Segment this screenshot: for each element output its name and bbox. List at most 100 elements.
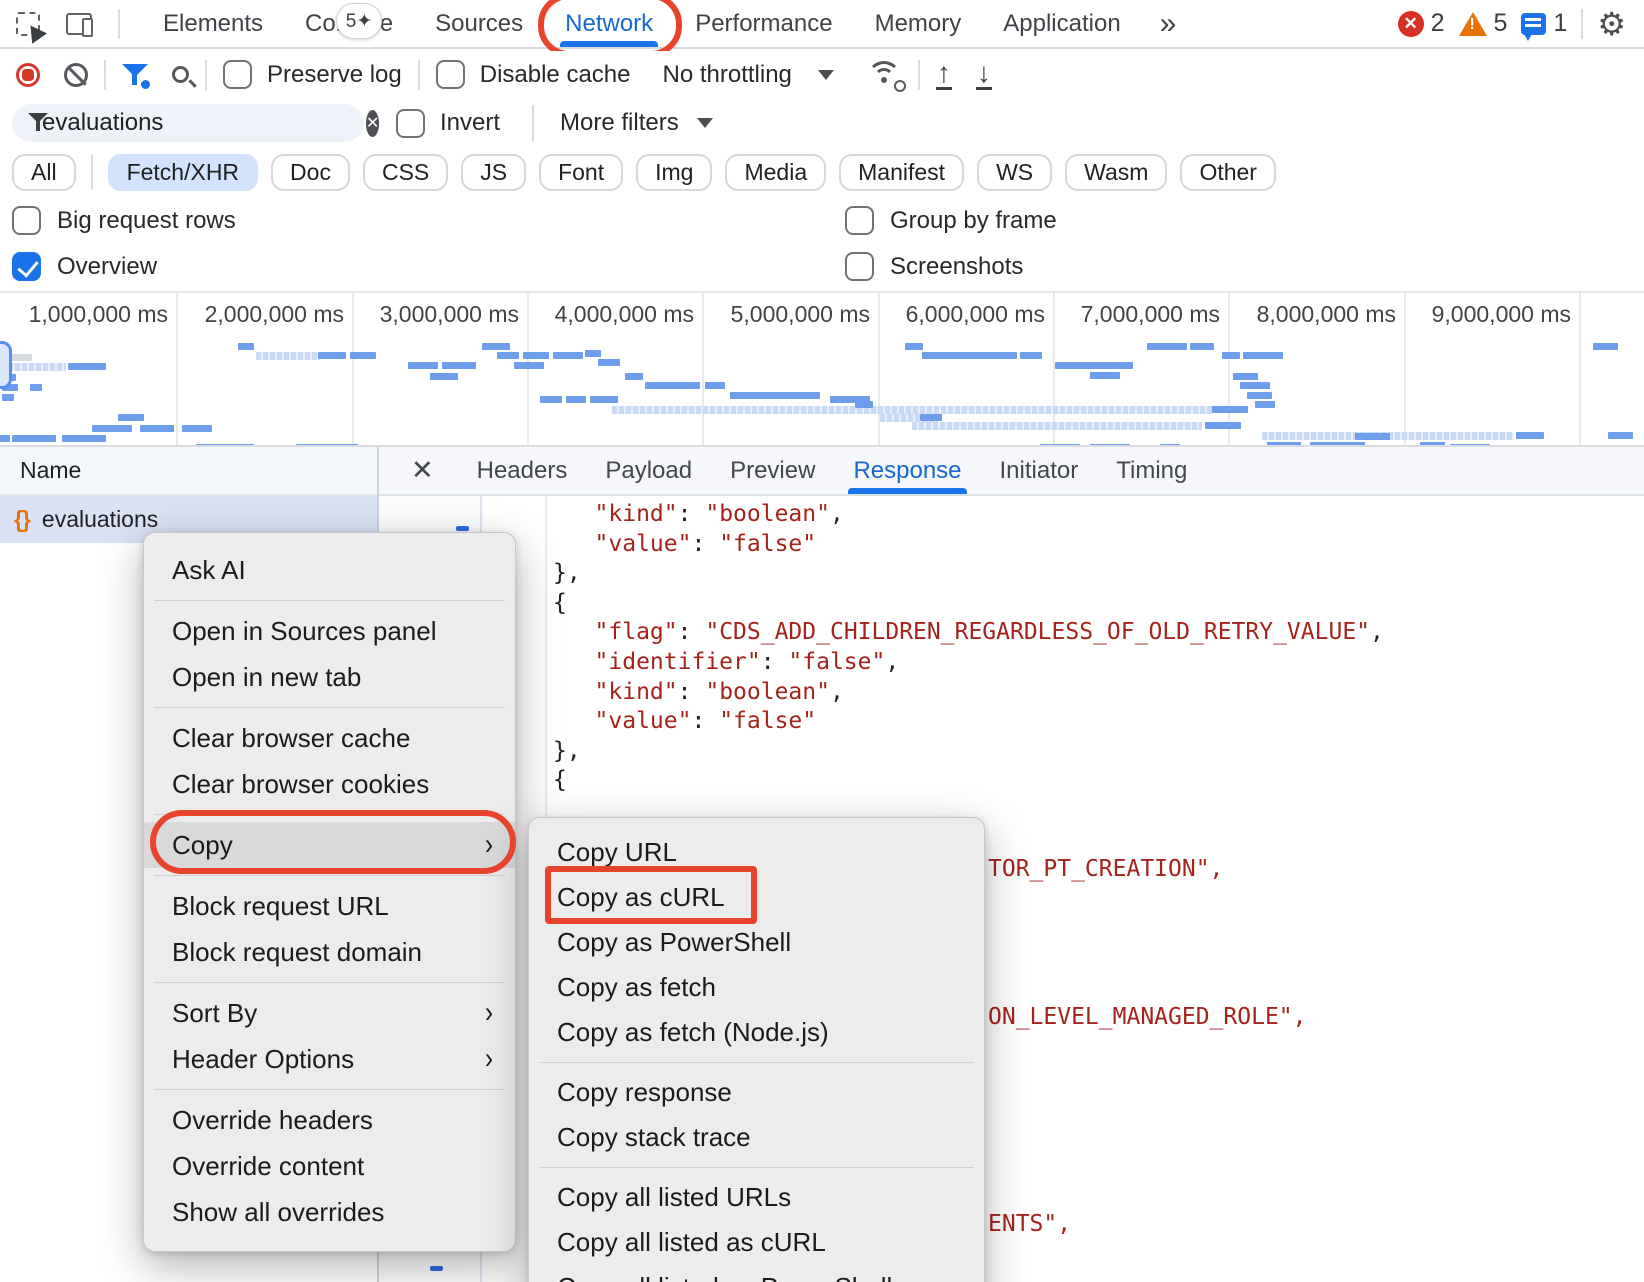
more-tabs-icon[interactable]: » <box>1142 7 1193 41</box>
menu-item-sort-by[interactable]: Sort By › <box>144 990 515 1036</box>
disable-cache-box[interactable] <box>436 60 465 89</box>
more-filters-dropdown[interactable]: More filters <box>560 109 713 137</box>
detail-tab-bar: ✕ Headers Payload Preview Response Initi… <box>379 447 1644 496</box>
menu-item-copy-all-listed-urls[interactable]: Copy all listed URLs <box>529 1175 984 1220</box>
tab-network[interactable]: Network <box>544 0 674 47</box>
warning-count-badge[interactable]: 5 <box>1459 9 1508 38</box>
tab-memory[interactable]: Memory <box>854 0 983 47</box>
invert-checkbox[interactable]: Invert <box>396 109 500 138</box>
overview-box[interactable] <box>12 252 41 281</box>
filter-row: ✕ Invert More filters <box>0 98 1644 148</box>
menu-item-header-options[interactable]: Header Options › <box>144 1036 515 1082</box>
settings-gear-icon[interactable]: ⚙ <box>1597 8 1626 40</box>
timeline-selection-handle[interactable] <box>0 341 12 389</box>
menu-item-copy[interactable]: Copy › <box>144 822 515 868</box>
preserve-log-box[interactable] <box>223 60 252 89</box>
code-fold-marker[interactable] <box>456 526 469 531</box>
menu-item-copy-all-listed-as-curl[interactable]: Copy all listed as cURL <box>529 1220 984 1265</box>
code-line: "identifier": "false", <box>553 648 1384 678</box>
menu-item-copy-all-listed-as-powershell[interactable]: Copy all listed as PowerShell <box>529 1265 984 1282</box>
detail-tab-headers[interactable]: Headers <box>458 447 587 494</box>
type-filter-media[interactable]: Media <box>725 154 826 191</box>
response-code-fragment: ENTS", <box>988 1210 1071 1240</box>
overview-checkbox[interactable]: Overview <box>12 252 157 281</box>
menu-item-copy-as-curl[interactable]: Copy as cURL <box>529 875 984 920</box>
clear-filter-icon[interactable]: ✕ <box>366 110 379 137</box>
network-conditions-icon[interactable] <box>866 61 902 89</box>
menu-item-copy-as-fetch-nodejs[interactable]: Copy as fetch (Node.js) <box>529 1010 984 1055</box>
response-json-code[interactable]: "kind": "boolean", "value": "false"},{ "… <box>553 500 1384 796</box>
screenshots-checkbox[interactable]: Screenshots <box>845 252 1023 281</box>
tab-application[interactable]: Application <box>982 0 1141 47</box>
filter-input[interactable] <box>42 109 352 137</box>
menu-item-override-headers[interactable]: Override headers <box>144 1097 515 1143</box>
close-detail-icon[interactable]: ✕ <box>379 455 458 486</box>
chevron-down-icon <box>818 70 834 80</box>
waterfall-bar <box>1355 433 1390 440</box>
export-har-icon[interactable]: ↓ <box>976 59 992 90</box>
menu-item-copy-as-fetch[interactable]: Copy as fetch <box>529 965 984 1010</box>
big-request-rows-box[interactable] <box>12 206 41 235</box>
type-filter-all[interactable]: All <box>12 154 76 191</box>
type-filter-js[interactable]: JS <box>461 154 526 191</box>
tab-sources[interactable]: Sources <box>414 0 544 47</box>
tab-performance[interactable]: Performance <box>674 0 853 47</box>
menu-item-block-request-url[interactable]: Block request URL <box>144 883 515 929</box>
name-column-header[interactable]: Name <box>0 447 377 496</box>
code-line: { <box>553 766 1384 796</box>
preserve-log-checkbox[interactable]: Preserve log <box>207 60 418 89</box>
divider <box>118 9 120 39</box>
error-count-badge[interactable]: ✕ 2 <box>1398 9 1445 38</box>
timeline-tick-label: 4,000,000 ms <box>555 301 702 328</box>
invert-box[interactable] <box>396 109 425 138</box>
throttling-dropdown[interactable]: No throttling <box>646 61 849 89</box>
record-network-log-button[interactable] <box>16 63 40 87</box>
detail-tab-initiator[interactable]: Initiator <box>981 447 1098 494</box>
row-hover-badge[interactable]: 5✦ <box>336 3 382 39</box>
filter-input-pill[interactable]: ✕ <box>12 104 364 142</box>
menu-item-open-in-new-tab[interactable]: Open in new tab <box>144 654 515 700</box>
menu-item-copy-response[interactable]: Copy response <box>529 1070 984 1115</box>
search-icon[interactable] <box>172 66 189 83</box>
clear-network-log-button[interactable] <box>64 63 88 87</box>
disable-cache-checkbox[interactable]: Disable cache <box>420 60 647 89</box>
menu-item-copy-as-powershell[interactable]: Copy as PowerShell <box>529 920 984 965</box>
detail-tab-payload[interactable]: Payload <box>586 447 711 494</box>
screenshots-box[interactable] <box>845 252 874 281</box>
detail-tab-preview[interactable]: Preview <box>711 447 834 494</box>
menu-item-clear-browser-cookies[interactable]: Clear browser cookies <box>144 761 515 807</box>
menu-item-copy-stack-trace[interactable]: Copy stack trace <box>529 1115 984 1160</box>
type-filter-css[interactable]: CSS <box>363 154 448 191</box>
type-filter-fetch-xhr[interactable]: Fetch/XHR <box>108 154 258 191</box>
menu-item-open-in-sources-panel[interactable]: Open in Sources panel <box>144 608 515 654</box>
type-filter-doc[interactable]: Doc <box>271 154 350 191</box>
copy-submenu: Copy URL Copy as cURL Copy as PowerShell… <box>528 817 985 1282</box>
menu-item-clear-browser-cache[interactable]: Clear browser cache <box>144 715 515 761</box>
detail-tab-response[interactable]: Response <box>834 447 980 494</box>
type-filter-other[interactable]: Other <box>1180 154 1276 191</box>
code-line: }, <box>553 559 1384 589</box>
type-filter-wasm[interactable]: Wasm <box>1065 154 1167 191</box>
chevron-down-icon <box>697 118 713 128</box>
tab-elements[interactable]: Elements <box>142 0 284 47</box>
group-by-frame-box[interactable] <box>845 206 874 235</box>
big-request-rows-checkbox[interactable]: Big request rows <box>12 206 236 235</box>
type-filter-font[interactable]: Font <box>539 154 623 191</box>
message-count-badge[interactable]: 1 <box>1521 9 1567 38</box>
code-fold-marker[interactable] <box>430 1266 443 1271</box>
menu-item-block-request-domain[interactable]: Block request domain <box>144 929 515 975</box>
menu-item-show-all-overrides[interactable]: Show all overrides <box>144 1189 515 1235</box>
menu-item-override-content[interactable]: Override content <box>144 1143 515 1189</box>
type-filter-ws[interactable]: WS <box>977 154 1052 191</box>
detail-tab-timing[interactable]: Timing <box>1097 447 1206 494</box>
menu-item-copy-url[interactable]: Copy URL <box>529 830 984 875</box>
filter-icon[interactable] <box>122 63 148 87</box>
menu-item-ask-ai[interactable]: Ask AI <box>144 547 515 593</box>
type-filter-img[interactable]: Img <box>636 154 712 191</box>
import-har-icon[interactable]: ↑ <box>936 59 952 90</box>
inspect-element-icon[interactable] <box>16 12 40 36</box>
group-by-frame-checkbox[interactable]: Group by frame <box>845 206 1057 235</box>
network-overview-timeline[interactable]: 1,000,000 ms2,000,000 ms3,000,000 ms4,00… <box>0 291 1644 447</box>
type-filter-manifest[interactable]: Manifest <box>839 154 964 191</box>
device-toolbar-icon[interactable] <box>66 13 92 35</box>
